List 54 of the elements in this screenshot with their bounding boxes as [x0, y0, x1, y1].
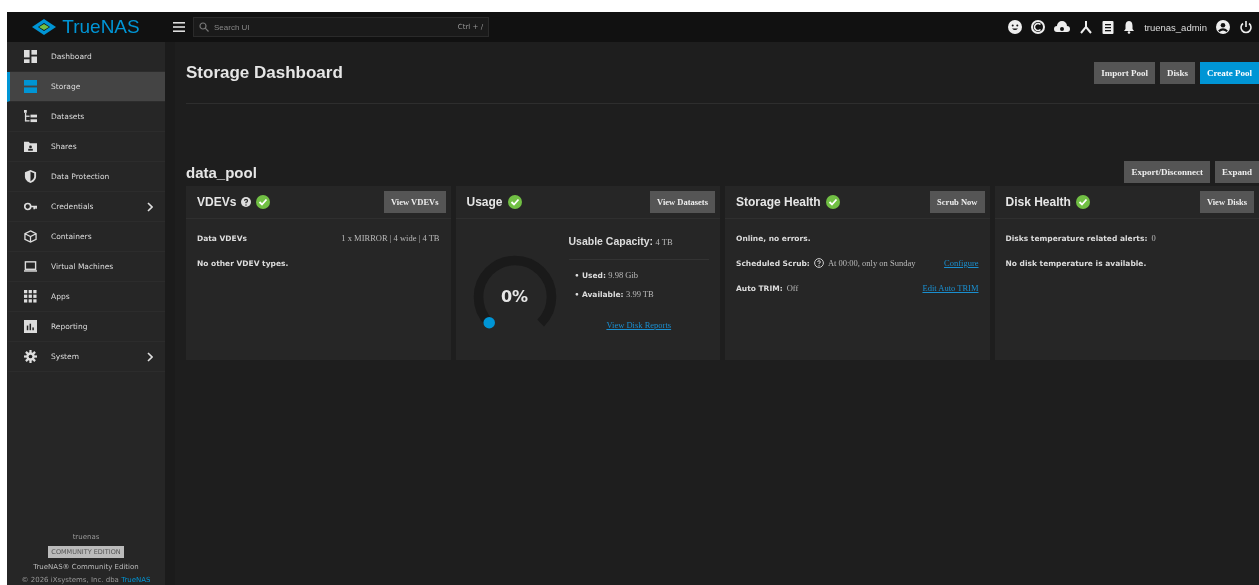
card-action-button[interactable]: View Datasets: [650, 191, 715, 213]
row-link[interactable]: Configure: [944, 258, 979, 268]
key-icon: [24, 200, 37, 213]
card-title: Usage: [466, 195, 503, 209]
row-link[interactable]: Edit Auto TRIM: [922, 283, 979, 293]
capacity-value: 4 TB: [655, 237, 673, 247]
card-action-button[interactable]: View VDEVs: [384, 191, 446, 213]
pool-name: data_pool: [186, 163, 258, 181]
account-icon[interactable]: [1216, 20, 1230, 34]
logo-text: TrueNAS: [62, 16, 140, 38]
page-action-button[interactable]: Import Pool: [1094, 61, 1155, 84]
card-action-button[interactable]: Scrub Now: [930, 191, 985, 213]
network-icon[interactable]: [1079, 20, 1094, 34]
help-icon[interactable]: [813, 258, 824, 268]
row-value: At 00:00, only on Sunday: [827, 258, 916, 268]
grid-icon: [24, 290, 37, 303]
coin-icon[interactable]: [1031, 20, 1046, 34]
gear-icon: [24, 350, 37, 363]
card-title: VDEVs: [197, 195, 237, 209]
pool-action-button[interactable]: Export/Disconnect: [1124, 161, 1210, 183]
view-disk-reports-link[interactable]: View Disk Reports: [606, 320, 672, 330]
stat-value: 9.98 Gib: [608, 270, 639, 280]
cube-icon: [24, 230, 37, 243]
row-value: 1 x MIRROR | 4 wide | 4 TB: [341, 233, 440, 243]
capacity-label: Usable Capacity:: [568, 235, 654, 247]
shares-icon: [24, 140, 37, 153]
chevron-right-icon: [147, 201, 153, 212]
help-icon[interactable]: [241, 197, 252, 207]
card-title: Disk Health: [1005, 195, 1071, 209]
page-action-button[interactable]: Disks: [1159, 61, 1195, 84]
storage-icon: [24, 80, 37, 93]
bell-icon[interactable]: [1123, 20, 1136, 34]
stat-value: 3.99 TB: [626, 289, 654, 299]
row-value: Off: [786, 283, 799, 293]
menu-icon[interactable]: [173, 22, 185, 32]
cloud-icon[interactable]: [1054, 21, 1071, 33]
chevron-right-icon: [147, 351, 153, 362]
smiley-icon[interactable]: [1008, 20, 1023, 34]
page-title: Storage Dashboard: [186, 62, 344, 83]
row-value: 0: [1151, 233, 1156, 243]
datasets-icon: [24, 110, 37, 123]
logo-icon: [32, 19, 57, 35]
card-action-button[interactable]: View Disks: [1199, 191, 1254, 213]
search-icon: [199, 22, 209, 32]
laptop-icon: [24, 260, 37, 273]
pool-action-button[interactable]: Expand: [1214, 161, 1259, 183]
power-icon[interactable]: [1239, 20, 1253, 34]
clipboard-icon[interactable]: [1102, 20, 1115, 34]
chart-icon: [24, 320, 37, 333]
dashboard-icon: [24, 50, 37, 63]
usage-percent: 0%: [499, 287, 530, 306]
card-title: Storage Health: [736, 195, 821, 209]
username[interactable]: truenas_admin: [1144, 21, 1207, 33]
shield-icon: [24, 170, 37, 183]
